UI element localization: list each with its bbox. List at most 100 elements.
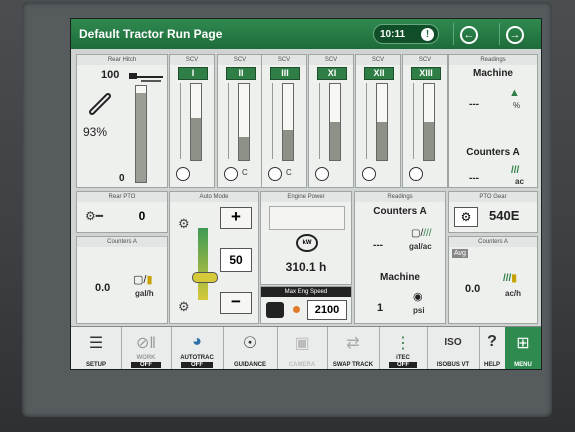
scv-number: III bbox=[270, 67, 300, 80]
isobus-label: ISOBUS VT bbox=[436, 362, 470, 368]
help-label: HELP bbox=[483, 362, 500, 368]
readings-mid-unit: gal/ac bbox=[409, 242, 432, 251]
readings-panel-middle[interactable]: Readings Counters A --- ▢//// gal/ac Mac… bbox=[354, 191, 446, 324]
scv-timer-icon bbox=[176, 167, 190, 181]
auto-mode-slider-handle[interactable] bbox=[192, 272, 218, 283]
bottom-toolbar: ☰ SETUP ⊘‖ WORK OFF ◕ AUTOTRAC OFF ☉ GUI… bbox=[71, 326, 541, 369]
auto-mode-value: 50 bbox=[220, 248, 252, 272]
swap-track-button[interactable]: ⇄ SWAP TRACK bbox=[327, 327, 380, 369]
engine-power-value: 310.1 h bbox=[285, 260, 327, 274]
scv-number: XI bbox=[317, 67, 347, 80]
machine-value: --- bbox=[469, 99, 479, 110]
auto-mode-panel[interactable]: Auto Mode ⚙ ⚙ + 50 − bbox=[169, 191, 259, 324]
scv-flow-bar bbox=[190, 83, 202, 161]
scv-scale bbox=[180, 83, 189, 159]
counters-right-panel[interactable]: Counters A Avg 0.0 ///▮ ac/h bbox=[448, 236, 538, 324]
max-eng-speed-value: 2100 bbox=[307, 300, 347, 320]
scv-timer-icon bbox=[224, 167, 238, 181]
clock-status[interactable]: 10:11 ! bbox=[373, 24, 439, 44]
hitch-percent: 93% bbox=[83, 125, 108, 139]
camera-button[interactable]: ▣ CAMERA bbox=[277, 327, 328, 369]
scv-panel-5[interactable]: SCV XII bbox=[355, 54, 401, 188]
engine-speed-icon bbox=[266, 302, 284, 318]
autotrac-state: OFF bbox=[181, 362, 213, 368]
forward-arrow-icon: → bbox=[506, 26, 524, 44]
work-button[interactable]: ⊘‖ WORK OFF bbox=[121, 327, 172, 369]
scv-title: SCV bbox=[170, 55, 214, 65]
page-title: Default Tractor Run Page bbox=[79, 27, 223, 41]
scv-scale bbox=[228, 83, 237, 159]
pressure-icon: ◉ bbox=[413, 291, 423, 303]
readings-mid-value: --- bbox=[373, 240, 383, 251]
counters-left-unit: gal/h bbox=[135, 289, 154, 298]
scv-timer-icon bbox=[315, 167, 329, 181]
scv-panel-2[interactable]: SCV II C bbox=[217, 54, 263, 188]
menu-label: MENU bbox=[514, 362, 532, 368]
decrease-button[interactable]: − bbox=[220, 292, 252, 314]
scv-panel-6[interactable]: SCV XIII bbox=[402, 54, 448, 188]
rear-hitch-title: Rear Hitch bbox=[77, 55, 167, 65]
scv-number: II bbox=[226, 67, 256, 80]
engine-power-panel[interactable]: Engine Power kW 310.1 h bbox=[260, 191, 352, 285]
camera-label: CAMERA bbox=[288, 362, 316, 368]
swap-track-label: SWAP TRACK bbox=[332, 362, 374, 368]
scv-panel-3[interactable]: SCV III C bbox=[261, 54, 307, 188]
scv-scale bbox=[413, 83, 422, 159]
scv-title: SCV bbox=[218, 55, 262, 65]
scv-mode: C bbox=[242, 168, 248, 177]
counters-right-value: 0.0 bbox=[465, 283, 481, 295]
engine-power-bar bbox=[269, 206, 345, 230]
autotrac-icon: ◕ bbox=[192, 333, 202, 350]
avg-badge: Avg bbox=[452, 249, 468, 258]
setup-button[interactable]: ☰ SETUP bbox=[71, 327, 122, 369]
fuel-area-icon: ▢//// bbox=[411, 228, 432, 239]
title-bar: Default Tractor Run Page 10:11 ! ← → bbox=[71, 19, 541, 49]
status-indicator bbox=[293, 306, 300, 313]
readings-mid-counters: Counters A bbox=[373, 206, 427, 217]
scv-number: I bbox=[178, 67, 208, 80]
itec-state: OFF bbox=[389, 362, 417, 368]
area-rate-icon: ///▮ bbox=[503, 273, 517, 284]
counters-left-panel[interactable]: Counters A 0.0 ▢/▮ gal/h bbox=[76, 236, 168, 324]
scv-number: XII bbox=[364, 67, 394, 80]
guidance-label: GUIDANCE bbox=[233, 362, 266, 368]
scv-title: SCV bbox=[356, 55, 400, 65]
increase-button[interactable]: + bbox=[220, 207, 252, 229]
work-play-pause-icon: ⊘‖ bbox=[135, 335, 156, 352]
pto-gear-panel[interactable]: PTO Gear ⚙ 540E bbox=[448, 191, 538, 233]
work-state: OFF bbox=[131, 362, 161, 368]
rear-pto-panel[interactable]: Rear PTO ⚙━ 0 bbox=[76, 191, 168, 233]
scv-panel-4[interactable]: SCV XI bbox=[308, 54, 354, 188]
engine-gear-icon-top: ⚙ bbox=[178, 216, 190, 231]
engine-power-title: Engine Power bbox=[261, 192, 351, 202]
isobus-vt-button[interactable]: ISO ISOBUS VT bbox=[427, 327, 480, 369]
forward-button[interactable]: → bbox=[499, 23, 528, 45]
autotrac-button[interactable]: ◕ AUTOTRAC OFF bbox=[171, 327, 224, 369]
itec-label: iTEC bbox=[396, 355, 410, 361]
scv-flow-bar bbox=[282, 83, 294, 161]
pto-shaft-icon: ⚙━ bbox=[85, 209, 103, 223]
itec-button[interactable]: ⋮ iTEC OFF bbox=[379, 327, 428, 369]
machine-unit: % bbox=[513, 101, 521, 110]
pto-gear-title: PTO Gear bbox=[449, 192, 537, 202]
itec-icon: ⋮ bbox=[395, 335, 411, 352]
max-eng-speed-panel[interactable]: Max Eng Speed 2100 bbox=[260, 286, 352, 324]
auto-mode-title: Auto Mode bbox=[170, 192, 258, 202]
menu-button[interactable]: ⊞ MENU bbox=[505, 327, 541, 369]
scv-panel-1[interactable]: SCV I bbox=[169, 54, 215, 188]
rear-hitch-panel[interactable]: Rear Hitch 100 93% 0 bbox=[76, 54, 168, 188]
guidance-button[interactable]: ☉ GUIDANCE bbox=[223, 327, 278, 369]
back-button[interactable]: ← bbox=[453, 23, 482, 45]
rear-pto-value: 0 bbox=[138, 209, 146, 223]
scv-flow-bar bbox=[423, 83, 435, 161]
scv-scale bbox=[272, 83, 281, 159]
work-label: WORK bbox=[136, 355, 156, 361]
alert-icon: ! bbox=[421, 28, 434, 41]
scv-scale bbox=[366, 83, 375, 159]
auto-mode-slider-track[interactable] bbox=[198, 228, 208, 300]
readings-title: Readings bbox=[449, 55, 537, 65]
back-arrow-icon: ← bbox=[460, 26, 478, 44]
autotrac-label: AUTOTRAC bbox=[180, 355, 214, 361]
help-button[interactable]: ? HELP bbox=[479, 327, 506, 369]
readings-panel-top[interactable]: Readings Machine --- ▲ % Counters A --- … bbox=[448, 54, 538, 188]
